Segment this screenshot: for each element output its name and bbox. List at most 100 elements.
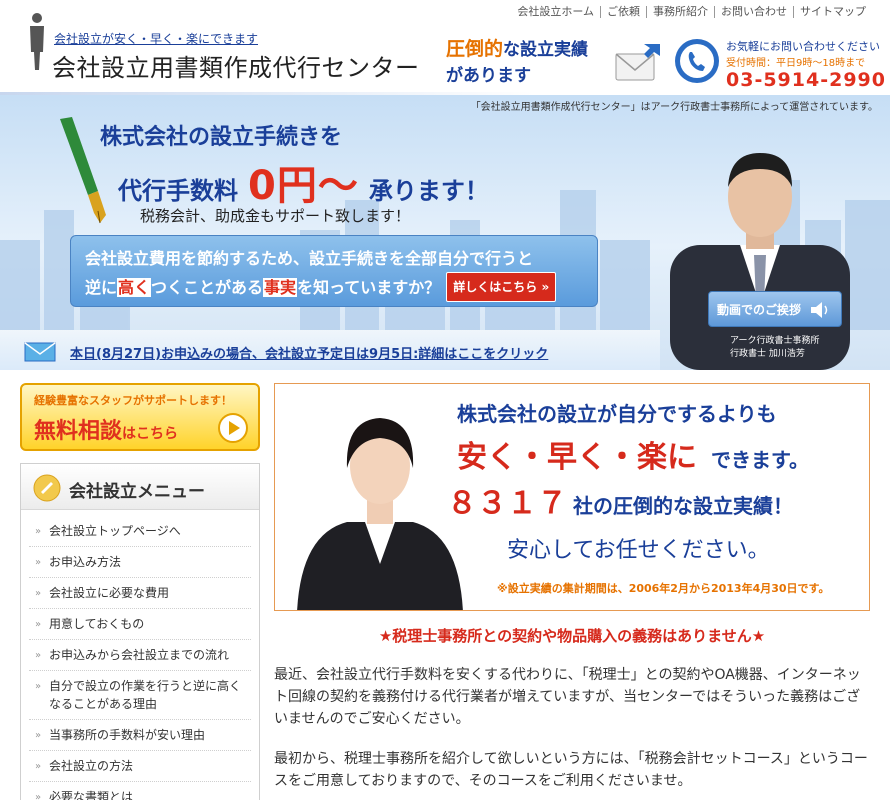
video-greeting-label: 動画でのご挨拶 — [717, 303, 802, 317]
menu-item-label: お申込み方法 — [49, 555, 122, 569]
no-obligation-heading: ★税理士事務所との契約や物品購入の義務はありません★ — [378, 627, 766, 645]
pitch-line-2: 安く・早く・楽に できます。 — [457, 432, 809, 476]
menu-item-low-fee[interactable]: » 当事務所の手数料が安い理由 — [29, 720, 251, 751]
site-title[interactable]: 会社設立用書類作成代行センター — [52, 48, 420, 83]
menu-item-label: 当事務所の手数料が安い理由 — [49, 728, 206, 742]
pitch-line-1: 株式会社の設立が自分でするよりも — [457, 402, 777, 426]
menu-item-label: 必要な書類とは — [49, 790, 134, 800]
record-badge: 圧倒的な設立実績 があります — [446, 36, 606, 89]
envelope-icon — [24, 342, 56, 362]
menu-item-top[interactable]: » 会社設立トップページへ — [29, 516, 251, 547]
play-arrow-icon — [218, 413, 248, 443]
chevron-right-icon: » — [35, 557, 42, 568]
callout-line-1: 会社設立費用を節約するため、設立手続きを全部自分で行うと — [85, 249, 534, 268]
menu-item-flow[interactable]: » お申込みから会社設立までの流れ — [29, 640, 251, 671]
menu-list: » 会社設立トップページへ » お申込み方法 » 会社設立に必要な費用 » 用意しておく… — [21, 510, 259, 800]
hero-banner: 「会社設立用書類作成代行センター」はアーク行政書士事務所によって運営されています… — [0, 95, 890, 370]
menu-item-label: 会社設立に必要な費用 — [49, 586, 170, 600]
hero-price-post: 承ります！ — [368, 177, 489, 205]
operator-note: 「会社設立用書類作成代行センター」はアーク行政書士事務所によって運営されています… — [470, 102, 878, 113]
details-button[interactable]: 詳しくはこちら » — [446, 272, 557, 302]
contact-box: お気軽にお問い合わせください 受付時間：平日9時～18時まで 03-5914-2… — [726, 38, 885, 91]
pitch-line-3-tail: 社の圧倒的な設立実績！ — [573, 494, 793, 518]
callout-text-a: 逆に — [85, 278, 118, 297]
callout-line-2: 逆に高くつくことがある事実を知っていますか？ 詳しくはこちら » — [85, 272, 583, 302]
free-consultation-banner[interactable]: 経験豊富なスタッフがサポートします！ 無料相談はこちら — [20, 383, 260, 451]
menu-item-label: 会社設立トップページへ — [49, 524, 181, 538]
phone-number[interactable]: 03-5914-2990 — [726, 69, 885, 91]
menu-item-documents[interactable]: » 必要な書類とは — [29, 782, 251, 800]
menu-item-label: 用意しておくもの — [49, 617, 145, 631]
top-nav: 会社設立ホーム ご依頼 事務所紹介 お問い合わせ サイトマップ — [511, 6, 872, 18]
phone-icon[interactable] — [674, 38, 720, 84]
chevron-right-icon: » — [35, 526, 42, 537]
pen-badge-icon — [33, 474, 61, 502]
callout-emph-fact: 事実 — [263, 278, 298, 297]
nav-office[interactable]: 事務所紹介 — [646, 6, 714, 18]
body-paragraph-2: 最初から、税理士事務所を紹介して欲しいという方には、「税務会計セットコース」とい… — [274, 751, 868, 789]
consult-main-label: 無料相談 — [34, 419, 123, 444]
chevron-right-icon: » — [35, 730, 42, 741]
record-rest-1: な設立実績 — [503, 40, 589, 60]
menu-item-apply[interactable]: » お申込み方法 — [29, 547, 251, 578]
caption-office: アーク行政書士事務所 — [730, 336, 820, 346]
callout-text-c: つくことがある — [151, 278, 264, 297]
businessman-logo-icon — [30, 13, 44, 70]
pitch-line-2-emph: 安く・早く・楽に — [457, 440, 697, 475]
menu-item-label: 自分で設立の作業を行うと逆に高くなることがある理由 — [49, 679, 242, 711]
consult-top-text: 経験豊富なスタッフがサポートします！ — [34, 394, 232, 407]
callout-text-e: を知っていますか？ — [297, 278, 441, 297]
body-paragraph-1: 最近、会社設立代行手数料を安くする代わりに、「税理士」との契約やOA機器、インタ… — [274, 667, 861, 727]
chevron-right-icon: » — [35, 588, 42, 599]
mail-icon[interactable] — [614, 42, 662, 82]
menu-title: 会社設立メニュー — [69, 482, 205, 502]
pitch-line-3: ８３１７ 社の圧倒的な設立実績！ — [447, 478, 793, 522]
nav-request[interactable]: ご依頼 — [600, 6, 646, 18]
menu-header: 会社設立メニュー — [21, 464, 259, 510]
menu-item-prepare[interactable]: » 用意しておくもの — [29, 609, 251, 640]
main-content: 株式会社の設立が自分でするよりも 安く・早く・楽に できます。 ８３１７ 社の圧倒的… — [274, 383, 870, 792]
company-setup-menu: 会社設立メニュー » 会社設立トップページへ » お申込み方法 » 会社設立に必要な費… — [20, 463, 260, 800]
representative-photo — [670, 153, 850, 370]
nav-contact[interactable]: お問い合わせ — [714, 6, 793, 18]
record-rest-2: があります — [446, 66, 531, 86]
hero-price-pre: 代行手数料 — [118, 177, 238, 205]
pitch-line-2-tail: できます。 — [711, 448, 809, 472]
consult-sub-label: はこちら — [122, 426, 179, 442]
callout-emph-high: 高く — [117, 278, 152, 297]
record-count: ８３１７ — [447, 486, 567, 521]
representative-caption: アーク行政書士事務所 行政書士 加川浩芳 — [730, 335, 819, 361]
hero-price: 0円～ — [248, 163, 359, 209]
pitch-line-4: 安心してお任せください。 — [507, 538, 770, 563]
record-strong: 圧倒的 — [446, 38, 504, 60]
hero-price-line: 代行手数料 0円～ 承ります！ — [118, 153, 489, 211]
chevron-right-icon: » — [35, 792, 42, 800]
pitch-box: 株式会社の設立が自分でするよりも 安く・早く・楽に できます。 ８３１７ 社の圧倒的… — [274, 383, 870, 611]
contact-note: お気軽にお問い合わせください — [726, 40, 880, 53]
schedule-notice-link[interactable]: 本日(8月27日)お申込みの場合、会社設立予定日は9月5日:詳細はここをクリック — [70, 343, 548, 362]
speaker-icon — [811, 302, 828, 318]
chevron-right-icon: » — [35, 681, 42, 692]
menu-item-method[interactable]: » 会社設立の方法 — [29, 751, 251, 782]
contact-hours: 受付時間：平日9時～18時まで — [726, 58, 866, 69]
staff-photo — [297, 418, 463, 610]
chevron-right-icon: » — [35, 619, 42, 630]
menu-item-costs[interactable]: » 会社設立に必要な費用 — [29, 578, 251, 609]
caption-name: 行政書士 加川浩芳 — [730, 349, 805, 359]
menu-item-label: お申込みから会社設立までの流れ — [49, 648, 230, 662]
hero-support-line: 税務会計、助成金もサポート致します！ — [140, 207, 411, 225]
menu-item-diy-risk[interactable]: » 自分で設立の作業を行うと逆に高くなることがある理由 — [29, 671, 251, 720]
tagline-link[interactable]: 会社設立が安く・早く・楽にできます — [54, 30, 258, 47]
sidebar: 経験豊富なスタッフがサポートします！ 無料相談はこちら 会社設立メニュー » 会社… — [20, 383, 260, 800]
record-period-note: ※設立実績の集計期間は、2006年2月から2013年4月30日です。 — [497, 582, 830, 595]
consult-main-text: 無料相談はこちら — [34, 413, 178, 445]
notice-bar: 本日(8月27日)お申込みの場合、会社設立予定日は9月5日:詳細はここをクリック — [0, 330, 660, 370]
menu-item-label: 会社設立の方法 — [49, 759, 134, 773]
chevron-right-icon: » — [35, 650, 42, 661]
nav-sitemap[interactable]: サイトマップ — [793, 6, 872, 18]
chevron-right-icon: » — [35, 761, 42, 772]
video-greeting-button[interactable]: 動画でのご挨拶 — [708, 291, 842, 327]
hero-headline: 株式会社の設立手続きを — [100, 125, 343, 150]
cost-callout: 会社設立費用を節約するため、設立手続きを全部自分で行うと 逆に高くつくことがある… — [70, 235, 598, 307]
nav-home[interactable]: 会社設立ホーム — [511, 6, 600, 18]
